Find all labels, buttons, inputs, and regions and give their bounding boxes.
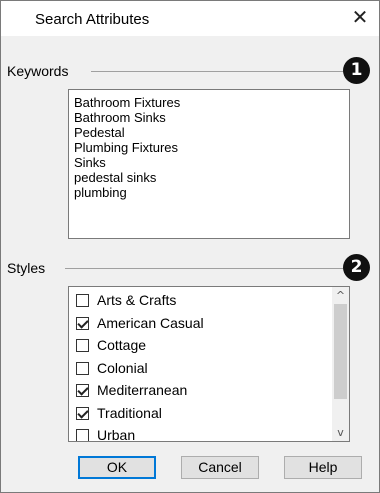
checkbox[interactable] [76,406,89,420]
style-label: Colonial [97,360,148,376]
style-label: Mediterranean [97,382,188,398]
checkbox[interactable] [76,361,89,375]
keyword-item: Plumbing Fixtures [74,140,179,155]
style-item-mediterranean[interactable]: Mediterranean [76,380,187,400]
scroll-down-icon[interactable]: v [332,424,349,441]
keyword-item: Bathroom Sinks [74,110,166,125]
cancel-button[interactable]: Cancel [181,456,259,479]
styles-label: Styles [7,260,50,276]
checkbox[interactable] [76,428,89,441]
keyword-item: Pedestal [74,125,125,140]
keyword-item: Sinks [74,155,106,170]
styles-group-line [65,268,349,269]
title-bar: Search Attributes ✕ [1,1,379,36]
style-item-traditional[interactable]: Traditional [76,403,162,423]
dialog-title: Search Attributes [35,11,150,28]
style-label: American Casual [97,315,204,331]
checkbox[interactable] [76,293,89,307]
callout-badge-1: 1 [343,57,370,84]
style-item-american-casual[interactable]: American Casual [76,313,204,333]
style-item-urban[interactable]: Urban [76,425,136,442]
style-label: Cottage [97,337,147,353]
styles-scrollbar[interactable]: ^ v [332,287,349,441]
keywords-list[interactable]: Bathroom Fixtures Bathroom Sinks Pedesta… [68,89,350,239]
style-label: Traditional [97,405,162,421]
checkbox[interactable] [76,383,89,397]
styles-list[interactable]: Arts & Crafts American Casual Cottage Co… [68,286,350,442]
search-attributes-dialog: Search Attributes ✕ Keywords 1 Bathroom … [0,0,380,493]
keywords-label: Keywords [7,63,73,79]
ok-button[interactable]: OK [78,456,156,479]
help-button[interactable]: Help [284,456,362,479]
keyword-item: pedestal sinks [74,170,157,185]
scroll-up-icon[interactable]: ^ [332,287,349,304]
keywords-group-line [91,71,349,72]
keyword-item: plumbing [74,185,127,200]
scroll-thumb[interactable] [334,304,347,399]
checkbox[interactable] [76,338,89,352]
style-item-cottage[interactable]: Cottage [76,335,146,355]
keyword-item: Bathroom Fixtures [74,95,181,110]
style-label: Urban [97,427,136,442]
checkbox[interactable] [76,316,89,330]
close-icon[interactable]: ✕ [349,8,371,30]
style-item-colonial[interactable]: Colonial [76,358,148,378]
style-item-arts-crafts[interactable]: Arts & Crafts [76,290,176,310]
callout-badge-2: 2 [343,254,370,281]
style-label: Arts & Crafts [97,292,177,308]
